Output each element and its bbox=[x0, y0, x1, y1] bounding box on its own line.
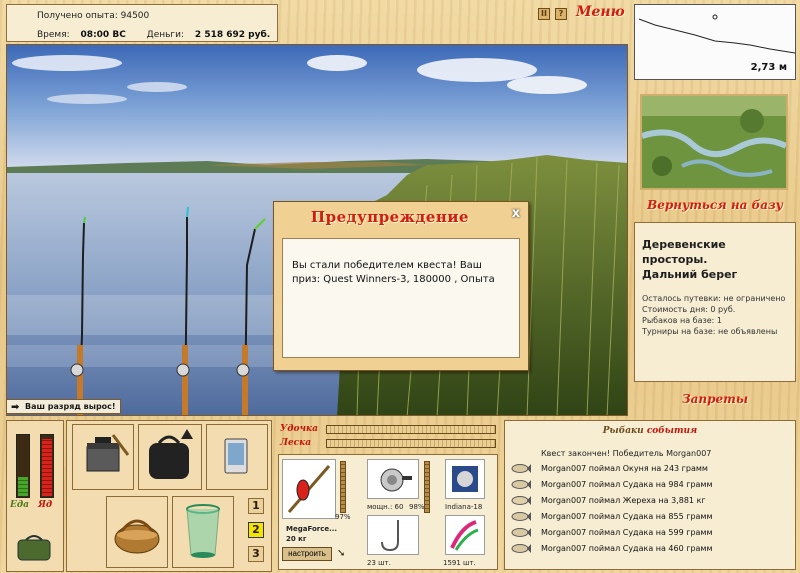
location-panel: Деревенские просторы. Дальний берег Оста… bbox=[634, 222, 796, 382]
rod-float-icon bbox=[287, 465, 331, 513]
bag-icon[interactable] bbox=[14, 532, 54, 562]
line-name: Indiana-18 bbox=[445, 503, 483, 511]
location-sub: Дальний берег bbox=[642, 268, 738, 281]
location-info-line: Турниры на базе: не объявлены bbox=[642, 327, 778, 336]
rod-label: Удочка bbox=[280, 424, 318, 434]
quest-finished-line: Квест закончен! Победитель Morgan007 bbox=[541, 449, 712, 458]
bait-slot[interactable] bbox=[445, 515, 485, 555]
phone-slot[interactable] bbox=[206, 424, 268, 490]
event-text: Morgan007 поймал Судака на 984 грамм bbox=[541, 480, 713, 489]
event-row: Morgan007 поймал Судака на 460 грамм bbox=[509, 541, 793, 556]
event-text: Morgan007 поймал Судака на 855 грамм bbox=[541, 512, 713, 521]
event-row: Morgan007 поймал Судака на 599 грамм bbox=[509, 525, 793, 540]
rank-notification-text: Ваш разряд вырос! bbox=[25, 402, 116, 411]
money-value: 2 518 692 руб. bbox=[194, 30, 271, 40]
pause-button[interactable]: II bbox=[538, 8, 550, 20]
setup-button[interactable]: настроить bbox=[282, 547, 332, 561]
event-row: Morgan007 поймал Жереха на 3,881 кг bbox=[509, 493, 793, 508]
rod-condition: 97% bbox=[335, 513, 351, 521]
food-label: Еда bbox=[10, 500, 29, 510]
close-icon[interactable]: x bbox=[508, 206, 524, 222]
backpack-icon bbox=[149, 429, 193, 479]
base-photo bbox=[640, 94, 788, 190]
location-info-line: Рыбаков на базе: 1 bbox=[642, 316, 722, 325]
line-label: Леска bbox=[280, 438, 312, 448]
river-aerial-image bbox=[642, 96, 786, 188]
tackle-box-icon bbox=[86, 434, 130, 472]
money-label: Деньги: bbox=[146, 30, 185, 40]
location-info-line: Осталось путевки: не ограничено bbox=[642, 294, 786, 303]
hooks-count: 23 шт. bbox=[367, 559, 391, 567]
time-value: 08:00 ВС bbox=[80, 30, 126, 40]
tab-3[interactable]: 3 bbox=[248, 546, 264, 562]
event-text: Morgan007 поймал Судака на 599 грамм bbox=[541, 528, 713, 537]
arrow-right-icon: ➡ bbox=[11, 402, 20, 413]
rod-weight: 20 кг bbox=[286, 535, 307, 543]
rod-equipment-panel: 97% MegaForce... 20 кг настроить ➘ мощн.… bbox=[278, 454, 498, 570]
fish-icon bbox=[511, 464, 531, 473]
exp-value: 94500 bbox=[120, 11, 150, 21]
backpack-slot[interactable] bbox=[138, 424, 202, 490]
line-spool-icon bbox=[452, 466, 478, 492]
fish-icon bbox=[511, 480, 531, 489]
dialog-message: Вы стали победителем квеста! Ваш приз: Q… bbox=[282, 238, 520, 358]
fish-icon bbox=[511, 512, 531, 521]
event-text: Morgan007 поймал Жереха на 3,881 кг bbox=[541, 496, 706, 505]
rod-status: Удочка Леска bbox=[276, 422, 498, 452]
exp-label: Получено опыта: bbox=[37, 11, 118, 21]
bait-icon bbox=[450, 520, 479, 551]
reel-icon bbox=[380, 468, 412, 492]
phone-icon bbox=[224, 438, 248, 474]
tackle-box-slot[interactable] bbox=[72, 424, 134, 490]
vodka-label: Яд bbox=[38, 500, 53, 510]
rod-slot[interactable] bbox=[282, 459, 336, 519]
reel-slot[interactable] bbox=[367, 459, 419, 499]
bans-button[interactable]: Запреты bbox=[634, 392, 796, 412]
fish-icon bbox=[511, 496, 531, 505]
warning-dialog: Предупреждение x Вы стали победителем кв… bbox=[273, 201, 529, 371]
help-button[interactable]: ? bbox=[555, 8, 567, 20]
keepnet-slot[interactable] bbox=[172, 496, 234, 568]
rod-condition-meter bbox=[340, 461, 346, 513]
event-text: Morgan007 поймал Судака на 460 грамм bbox=[541, 544, 713, 553]
tab-1[interactable]: 1 bbox=[248, 498, 264, 514]
vodka-meter-fill bbox=[42, 438, 52, 496]
keepnet-icon bbox=[186, 504, 220, 558]
line-slot[interactable] bbox=[445, 459, 485, 499]
fish-icon bbox=[511, 528, 531, 537]
fish-icon bbox=[511, 544, 531, 553]
events-title-events: события bbox=[646, 426, 698, 436]
location-name: Деревенские просторы. bbox=[642, 238, 726, 266]
event-row: Morgan007 поймал Судака на 855 грамм bbox=[509, 509, 793, 524]
location-info-line: Стоимость дня: 0 руб. bbox=[642, 305, 736, 314]
rank-notification[interactable]: ➡ Ваш разряд вырос! bbox=[6, 399, 121, 414]
vodka-meter bbox=[40, 434, 54, 498]
hook-icon bbox=[381, 520, 399, 552]
player-info-panel: Получено опыта: 94500 Время: 08:00 ВС Де… bbox=[6, 4, 278, 42]
menu-button[interactable]: Меню bbox=[576, 4, 626, 24]
tab-2[interactable]: 2 bbox=[248, 522, 264, 538]
dialog-title: Предупреждение bbox=[310, 208, 470, 226]
back-to-base-button[interactable]: Вернуться на базу bbox=[634, 198, 796, 218]
event-row: Morgan007 поймал Судака на 984 грамм bbox=[509, 477, 793, 492]
reel-power: мощн.: 60 bbox=[367, 503, 404, 511]
setup-arrow-icon: ➘ bbox=[337, 548, 346, 559]
basket-icon bbox=[114, 519, 160, 554]
food-meter-fill bbox=[18, 477, 28, 496]
depth-value: 2,73 м bbox=[750, 62, 787, 73]
events-title-anglers: Рыбаки bbox=[602, 426, 644, 436]
event-row: Morgan007 поймал Окуня на 243 грамм bbox=[509, 461, 793, 476]
basket-slot[interactable] bbox=[106, 496, 168, 568]
rod-tension-bar bbox=[326, 425, 496, 434]
reel-condition: 98% bbox=[409, 503, 425, 511]
hook-slot[interactable] bbox=[367, 515, 419, 555]
line-tension-bar bbox=[326, 439, 496, 448]
food-meter bbox=[16, 434, 30, 498]
event-text: Morgan007 поймал Окуня на 243 грамм bbox=[541, 464, 708, 473]
bait-count: 1591 шт. bbox=[443, 559, 476, 567]
events-panel: Рыбаки события Квест закончен! Победител… bbox=[504, 420, 796, 570]
rod-name: MegaForce... bbox=[286, 525, 338, 533]
depth-map[interactable]: 2,73 м bbox=[634, 4, 796, 80]
time-label: Время: bbox=[37, 30, 70, 40]
